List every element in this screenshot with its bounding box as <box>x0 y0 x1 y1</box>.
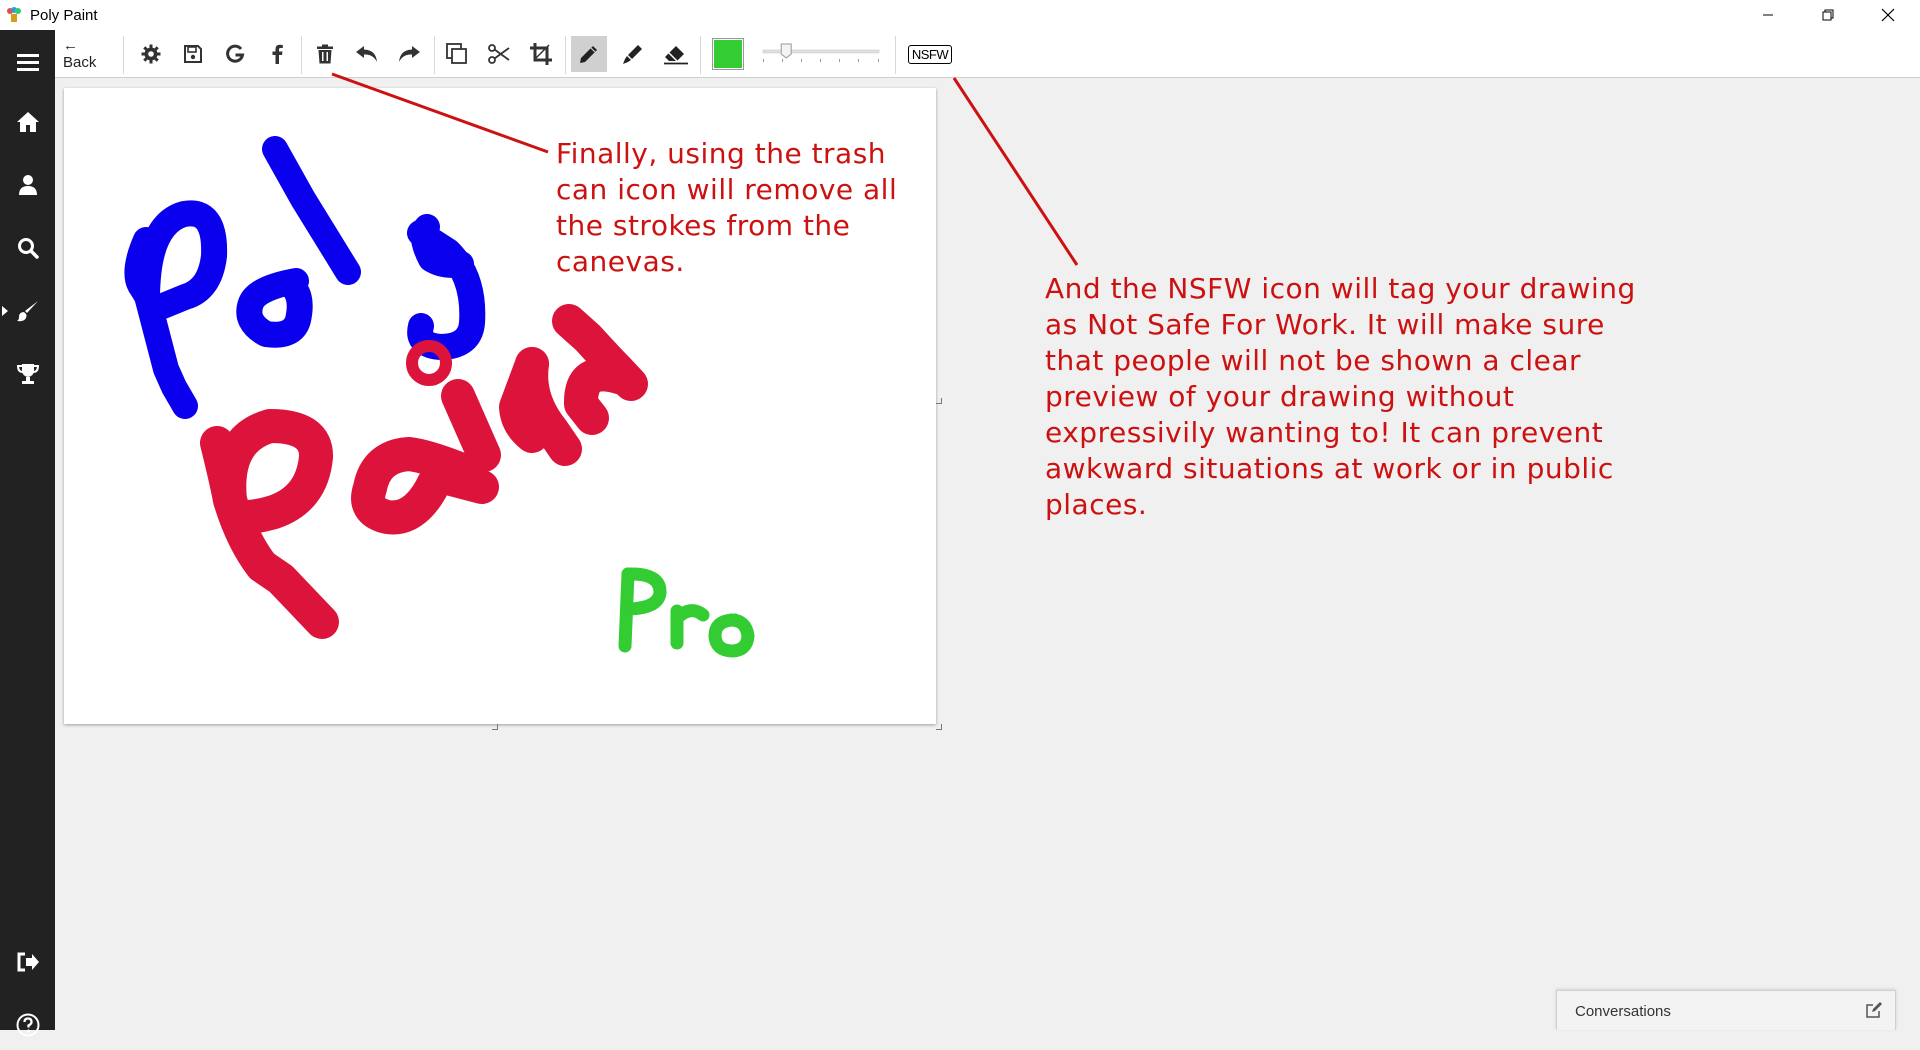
active-indicator-icon <box>2 306 8 316</box>
canvas-resize-handle-right[interactable] <box>936 398 942 404</box>
back-button[interactable]: ← Back <box>63 37 115 71</box>
settings-button[interactable] <box>135 38 167 70</box>
edit-icon[interactable] <box>1865 1001 1883 1019</box>
copy-icon <box>446 43 467 64</box>
sidebar-item-help[interactable] <box>0 1000 55 1050</box>
sidebar-item-draw[interactable] <box>0 286 55 336</box>
sidebar-item-trophies[interactable] <box>0 349 55 399</box>
menu-icon <box>16 54 39 71</box>
marker-tool-button[interactable] <box>617 38 649 70</box>
toolbar-divider <box>434 36 435 74</box>
thickness-slider-track <box>762 43 880 62</box>
trophy-icon <box>16 364 39 384</box>
pointer-to-nsfw-icon <box>952 77 1079 266</box>
conversations-panel[interactable]: Conversations <box>1556 990 1896 1030</box>
share-google-button[interactable] <box>219 38 251 70</box>
scissors-icon <box>488 44 510 64</box>
annotation-nsfw: And the NSFW icon will tag your drawing … <box>1045 272 1636 521</box>
app-icon <box>7 7 21 22</box>
gear-icon <box>141 44 161 64</box>
share-facebook-button[interactable] <box>261 38 293 70</box>
crop-icon <box>530 43 552 65</box>
marker-icon <box>623 45 642 64</box>
sign-out-icon <box>17 952 39 972</box>
clear-canvas-button[interactable] <box>309 38 341 70</box>
sidebar-item-search[interactable] <box>0 223 55 273</box>
conversations-label: Conversations <box>1575 1003 1671 1020</box>
annotation-trash: Finally, using the trash can icon will r… <box>556 137 898 278</box>
sidebar-menu-button[interactable] <box>0 37 55 87</box>
pencil-tool-button[interactable] <box>571 36 607 72</box>
close-icon <box>1881 8 1895 22</box>
google-icon <box>226 44 245 63</box>
sidebar-item-profile[interactable] <box>0 160 55 210</box>
undo-icon <box>356 46 377 62</box>
redo-button[interactable] <box>393 38 425 70</box>
save-icon <box>184 45 202 63</box>
restore-button[interactable] <box>1800 0 1856 30</box>
minimize-button[interactable] <box>1740 0 1796 30</box>
sidebar-item-home[interactable] <box>0 97 55 147</box>
toolbar-divider <box>700 36 701 74</box>
toolbar: ← Back NSFW <box>55 30 1920 78</box>
cut-button[interactable] <box>483 38 515 70</box>
home-icon <box>16 112 39 132</box>
thickness-slider[interactable] <box>761 38 881 70</box>
pencil-icon <box>580 46 597 63</box>
toolbar-divider <box>123 36 124 74</box>
toolbar-divider <box>895 36 896 74</box>
window-title: Poly Paint <box>30 6 98 24</box>
trash-icon <box>317 44 333 64</box>
title-bar: Poly Paint <box>0 0 1920 30</box>
stroke-pro <box>618 567 755 658</box>
color-swatch <box>714 40 742 68</box>
restore-icon <box>1822 9 1834 21</box>
facebook-icon <box>272 44 283 64</box>
eraser-icon <box>664 46 688 65</box>
crop-button[interactable] <box>525 38 557 70</box>
canvas-resize-handle-corner[interactable] <box>936 724 942 730</box>
sidebar-item-logout[interactable] <box>0 937 55 987</box>
toolbar-divider <box>301 36 302 74</box>
save-button[interactable] <box>177 38 209 70</box>
undo-button[interactable] <box>351 38 383 70</box>
redo-icon <box>399 46 420 62</box>
paintbrush-icon <box>16 301 38 322</box>
user-icon <box>18 175 37 195</box>
nsfw-toggle-button[interactable]: NSFW <box>906 38 954 70</box>
eraser-tool-button[interactable] <box>659 38 693 70</box>
thickness-slider-thumb[interactable] <box>780 43 792 59</box>
search-icon <box>17 238 39 259</box>
minimize-icon <box>1763 14 1773 16</box>
toolbar-divider <box>565 36 566 74</box>
duplicate-button[interactable] <box>441 38 473 70</box>
color-picker-button[interactable] <box>712 38 744 70</box>
stroke-pain <box>200 304 648 639</box>
nsfw-label: NSFW <box>907 44 953 64</box>
help-icon <box>16 1013 39 1037</box>
sidebar <box>0 30 55 1037</box>
close-button[interactable] <box>1860 0 1916 30</box>
canvas-resize-handle-bottom[interactable] <box>492 724 498 730</box>
